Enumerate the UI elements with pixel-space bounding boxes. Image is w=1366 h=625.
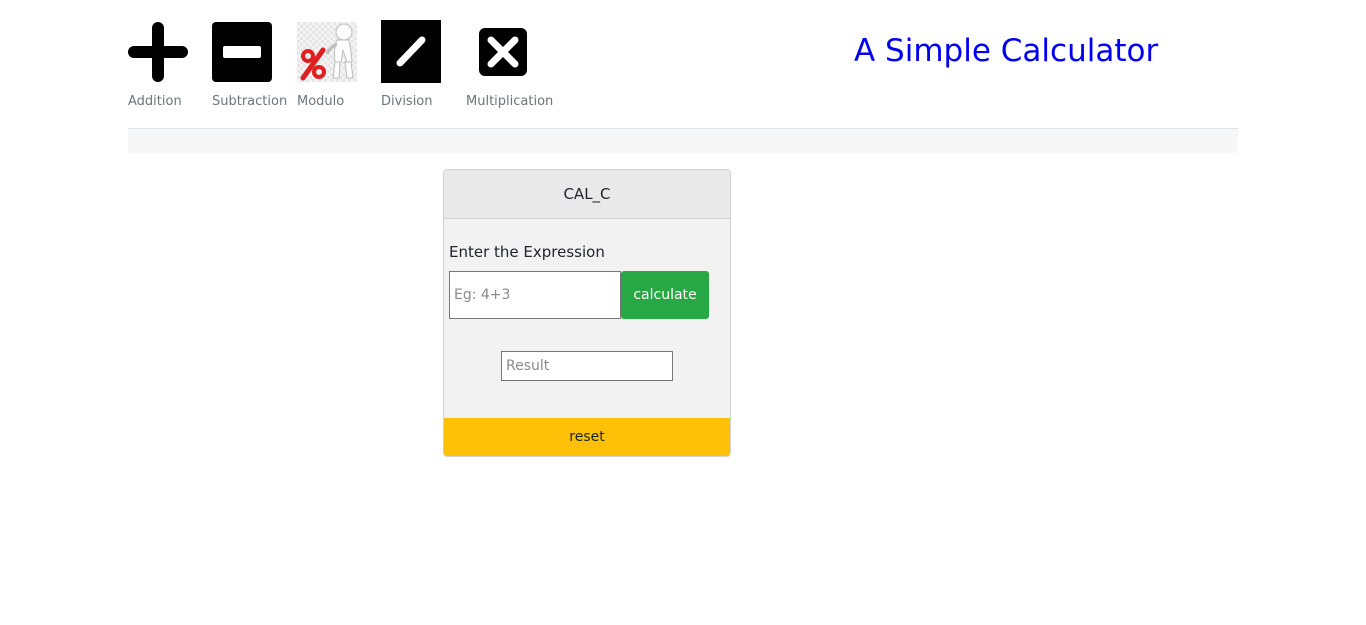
calculator-card: CAL_C Enter the Expression calculate res… bbox=[443, 169, 731, 457]
reset-button[interactable]: reset bbox=[444, 418, 730, 456]
slash-icon[interactable] bbox=[381, 20, 441, 83]
header-band bbox=[128, 129, 1238, 153]
operation-addition-label: Addition bbox=[128, 94, 182, 109]
plus-icon[interactable] bbox=[128, 22, 188, 82]
expression-label: Enter the Expression bbox=[449, 243, 605, 261]
percent-figure-icon[interactable] bbox=[297, 22, 357, 82]
operation-subtraction-label: Subtraction bbox=[212, 94, 288, 109]
operation-division-label: Division bbox=[381, 94, 433, 109]
card-title: CAL_C bbox=[444, 170, 730, 219]
expression-input[interactable] bbox=[449, 271, 621, 319]
operation-multiplication-label: Multiplication bbox=[466, 94, 554, 109]
page-title: A Simple Calculator bbox=[854, 33, 1159, 69]
calculator-page: Addition Subtraction Modulo Division Mul… bbox=[0, 0, 1366, 625]
calculate-button[interactable]: calculate bbox=[621, 271, 709, 319]
result-field[interactable] bbox=[501, 351, 673, 381]
minus-icon[interactable] bbox=[212, 22, 272, 82]
operations-toolbar: Addition Subtraction Modulo Division Mul… bbox=[0, 0, 700, 120]
times-icon[interactable] bbox=[479, 28, 527, 76]
operation-modulo-label: Modulo bbox=[297, 94, 345, 109]
